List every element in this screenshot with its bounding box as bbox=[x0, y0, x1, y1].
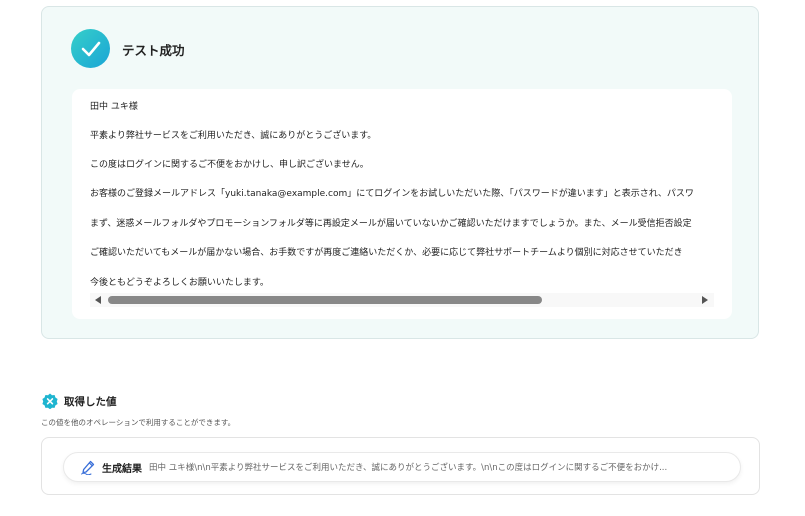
output-section-title: 取得した値 bbox=[64, 395, 117, 408]
email-line: まず、迷惑メールフォルダやプロモーションフォルダ等に再設定メールが届いていないか… bbox=[90, 219, 692, 229]
email-preview-text: 田中 ユキ様 平素より弊社サービスをご利用いただき、誠にありがとうございます。 … bbox=[90, 89, 714, 289]
test-success-title: テスト成功 bbox=[122, 43, 185, 58]
generated-result-label: 生成結果 bbox=[102, 463, 142, 475]
check-circle-icon bbox=[71, 29, 110, 68]
scroll-right-arrow-icon[interactable] bbox=[702, 296, 708, 304]
output-section-header: 取得した値 bbox=[42, 393, 117, 409]
output-section-description: この値を他のオペレーションで利用することができます。 bbox=[41, 418, 236, 427]
horizontal-scrollbar[interactable] bbox=[90, 293, 714, 307]
scroll-left-arrow-icon[interactable] bbox=[95, 296, 101, 304]
email-line: お客様のご登録メールアドレス「yuki.tanaka@example.com」に… bbox=[90, 189, 694, 199]
test-result-card: テスト成功 田中 ユキ様 平素より弊社サービスをご利用いただき、誠にありがとうご… bbox=[41, 6, 759, 339]
email-preview-box: 田中 ユキ様 平素より弊社サービスをご利用いただき、誠にありがとうございます。 … bbox=[72, 89, 732, 319]
email-line: ご確認いただいてもメールが届かない場合、お手数ですが再度ご連絡いただくか、必要に… bbox=[90, 248, 683, 258]
email-line: 今後ともどうぞよろしくお願いいたします。 bbox=[90, 278, 269, 288]
scrollbar-thumb[interactable] bbox=[108, 296, 542, 304]
generated-result-field[interactable]: 生成結果 田中 ユキ様\n\n平素より弊社サービスをご利用いただき、誠にありがと… bbox=[63, 452, 741, 482]
output-values-card: 生成結果 田中 ユキ様\n\n平素より弊社サービスをご利用いただき、誠にありがと… bbox=[41, 437, 760, 495]
email-line: 田中 ユキ様 bbox=[90, 102, 138, 112]
generated-result-value: 田中 ユキ様\n\n平素より弊社サービスをご利用いただき、誠にありがとうございま… bbox=[149, 463, 668, 473]
pen-icon bbox=[81, 460, 95, 475]
badge-x-icon bbox=[42, 393, 58, 409]
email-line: この度はログインに関するご不便をおかけし、申し訳ございません。 bbox=[90, 160, 369, 170]
email-line: 平素より弊社サービスをご利用いただき、誠にありがとうございます。 bbox=[90, 131, 377, 141]
